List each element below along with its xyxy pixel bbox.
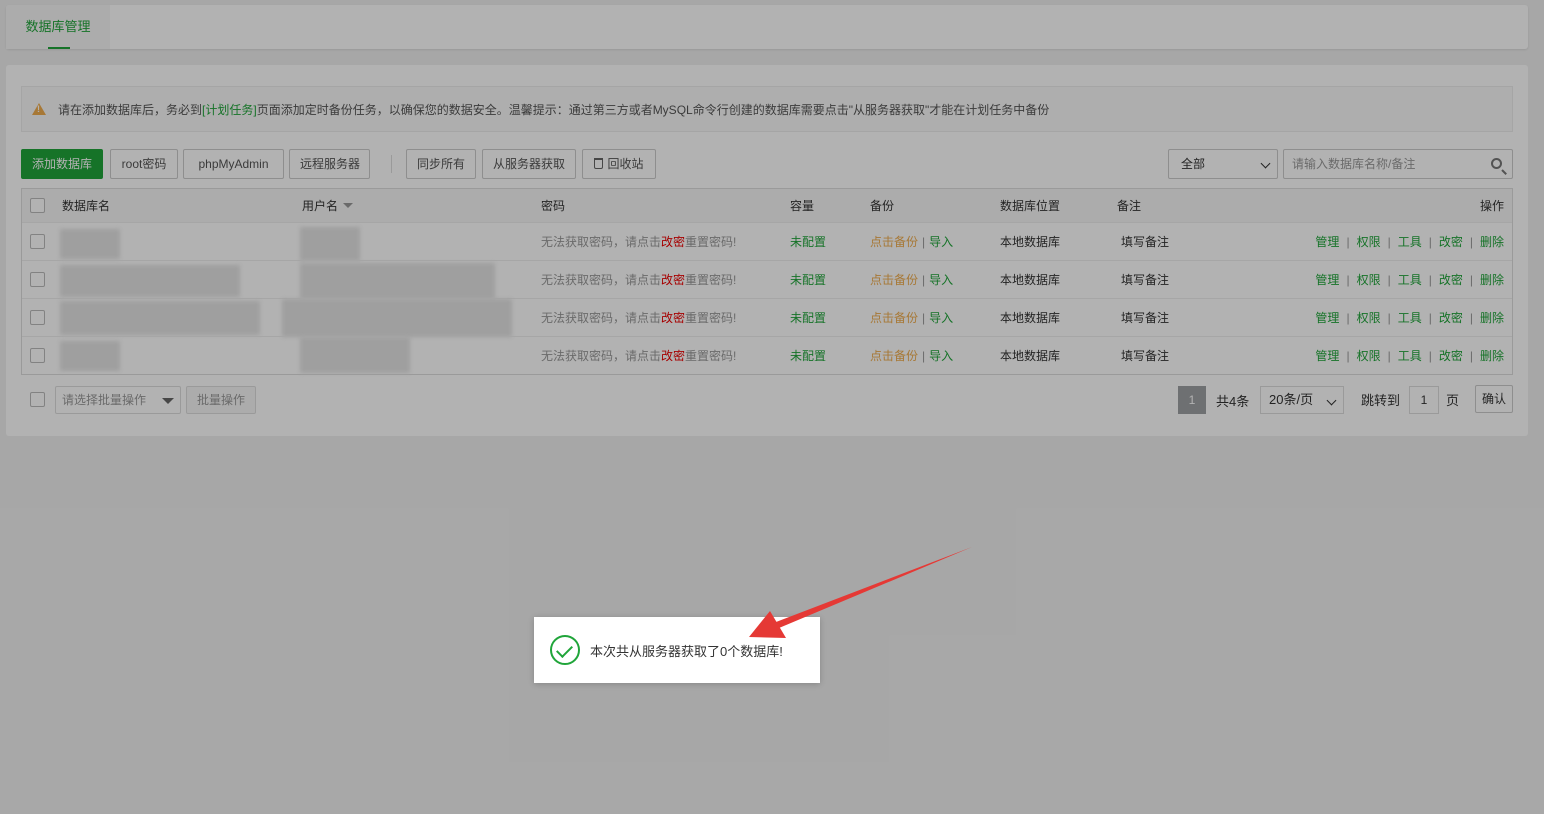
arrow-shaft: [776, 547, 972, 628]
annotation-arrow: [749, 547, 972, 638]
